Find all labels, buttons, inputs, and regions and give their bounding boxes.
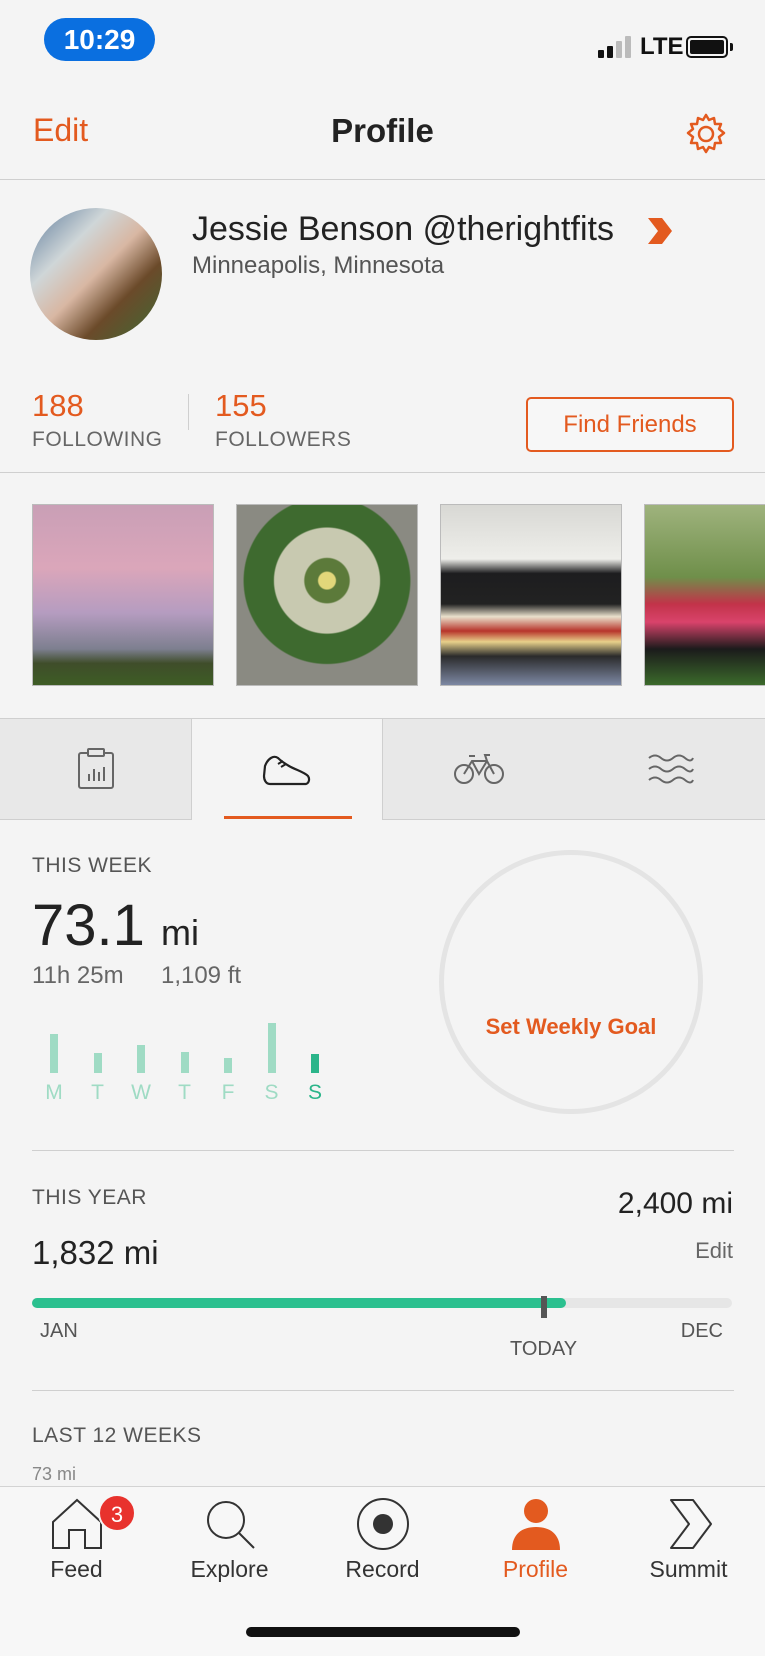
year-goal: 2,400 mi [617,1187,733,1220]
home-icon [51,1498,102,1549]
year-progress-fill [32,1298,566,1308]
tab-feed-label: Feed [50,1556,103,1582]
year-distance: 1,832 mi [32,1234,159,1271]
page-title: Profile [331,112,434,149]
tab-profile[interactable]: Profile [459,1496,612,1592]
progress-end-label: DEC [680,1320,723,1342]
day-bar [267,1023,276,1073]
week-time: 11h 25m [32,962,124,989]
summit-chevron-icon [669,1499,712,1549]
record-icon [356,1498,409,1550]
week-distance: 73.1 mi [32,892,199,959]
profile-divider [0,472,765,473]
today-marker [541,1296,547,1318]
battery-icon [686,36,728,58]
day-label: M [45,1081,63,1104]
day-bar [137,1045,145,1073]
signal-strength-icon [598,36,636,58]
following-count[interactable]: 188 [32,388,84,424]
photo-thumbnail[interactable] [440,504,622,686]
day-label: F [221,1081,235,1104]
progress-today-label: TODAY [510,1338,578,1360]
gear-icon[interactable] [684,112,728,156]
edit-profile-button[interactable]: Edit [33,112,88,149]
tab-profile-label: Profile [502,1556,569,1582]
followers-label[interactable]: FOLLOWERS [215,428,351,452]
last-12-weeks-max: 73 mi [32,1464,77,1484]
bicycle-icon [454,754,504,784]
premium-chevron-icon [648,218,672,244]
running-shoe-icon [262,755,311,785]
photo-thumbnail[interactable] [32,504,214,686]
day-label: T [178,1081,191,1104]
battery-tip [730,43,733,51]
athlete-name: Jessie Benson @therightfits [192,210,614,248]
stats-divider [188,394,189,430]
day-bar [180,1052,189,1073]
photo-thumbnail[interactable] [644,504,765,686]
tab-explore[interactable]: Explore [153,1496,306,1592]
day-bar [311,1054,319,1073]
clipboard-chart-icon [78,748,114,789]
network-type: LTE [640,33,684,60]
this-year-label: THIS YEAR [32,1186,147,1209]
tab-run[interactable] [191,718,383,820]
tab-overview[interactable] [0,718,192,820]
tab-record[interactable]: Record [306,1496,459,1592]
week-elevation: 1,109 ft [160,962,242,989]
this-week-label: THIS WEEK [32,854,153,877]
tab-swim[interactable] [575,718,765,820]
photo-thumbnail[interactable] [236,504,418,686]
find-friends-button[interactable]: Find Friends [526,397,734,452]
week-distance-value: 73.1 [32,893,145,958]
day-label: S [307,1081,322,1104]
tab-record-label: Record [345,1556,420,1582]
person-icon [511,1499,560,1550]
avatar[interactable] [30,208,162,340]
status-time: 10:29 [44,18,155,61]
tab-explore-label: Explore [190,1556,269,1582]
athlete-location: Minneapolis, Minnesota [192,252,445,279]
tab-summit[interactable]: Summit [612,1496,765,1592]
set-weekly-goal-button[interactable]: Set Weekly Goal [439,1014,703,1040]
tab-ride[interactable] [383,718,575,820]
day-bar [224,1058,232,1073]
tab-summit-label: Summit [649,1556,728,1582]
notification-badge: 3 [98,1494,136,1532]
day-label: T [91,1081,104,1104]
following-label[interactable]: FOLLOWING [32,428,163,452]
week-stats: 11h 25m 1,109 ft [32,962,241,990]
year-divider [32,1390,734,1391]
header-divider [0,179,765,180]
last-12-weeks-label: LAST 12 WEEKS [32,1424,202,1447]
home-indicator [246,1627,520,1637]
day-bar [93,1053,102,1073]
day-label: W [131,1081,151,1104]
followers-count[interactable]: 155 [215,388,267,424]
swim-waves-icon [648,754,694,784]
week-divider [32,1150,734,1151]
active-tab-indicator [224,816,352,819]
week-distance-unit: mi [161,912,200,953]
weekly-goal-ring[interactable] [439,850,703,1114]
progress-start-label: JAN [40,1320,78,1342]
day-bar [50,1034,58,1073]
search-icon [206,1501,255,1549]
edit-year-goal-button[interactable]: Edit [695,1238,733,1264]
day-label: S [264,1081,279,1104]
